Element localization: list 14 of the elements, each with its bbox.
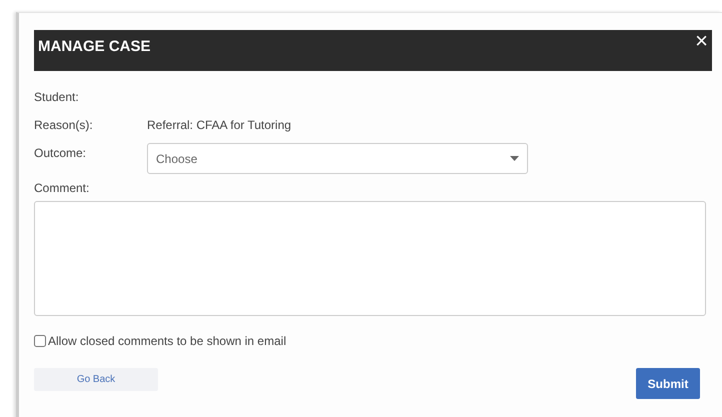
field-label: Student: xyxy=(34,90,80,104)
comment-field[interactable] xyxy=(34,201,706,316)
field-label: Comment: xyxy=(34,181,90,195)
go-back-button[interactable]: Go Back xyxy=(34,368,158,391)
field-label: Outcome: xyxy=(34,146,88,160)
checkbox[interactable] xyxy=(34,335,46,347)
checkbox-label: Allow closed comments to be shown in email xyxy=(48,334,286,348)
field-value: Referral: CFAA for Tutoring xyxy=(147,118,292,132)
caret-icon xyxy=(510,156,519,161)
submit-button[interactable]: Submit xyxy=(636,368,700,399)
field-label: Reason(s): xyxy=(34,118,94,132)
outcome-select[interactable]: Choose xyxy=(147,143,528,174)
close-button[interactable]: × xyxy=(695,31,708,51)
dialog-title: MANAGE CASE xyxy=(38,38,151,55)
